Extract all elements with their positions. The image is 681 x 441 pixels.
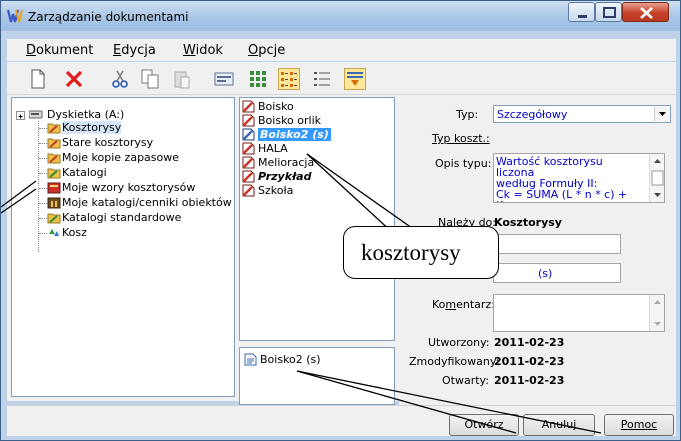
callout-pointer-tree (1, 180, 37, 214)
callout-pointer-list-2 (306, 153, 420, 234)
main-window: Zarządzanie dokumentami Dokument Edycja … (0, 0, 681, 441)
callout-pointer-selection-2 (296, 370, 602, 434)
callout-text: kosztorysy (361, 240, 461, 265)
annotation-overlay (1, 153, 602, 434)
callout-pointer-list (306, 153, 394, 234)
callout-pointer-selection (296, 370, 517, 434)
